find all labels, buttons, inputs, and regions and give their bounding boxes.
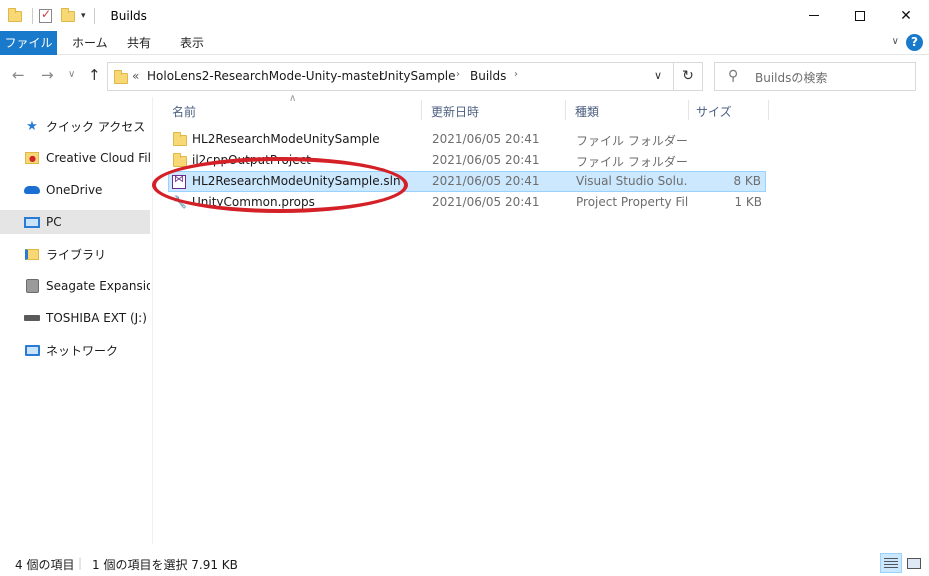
column-divider[interactable] [565,100,566,120]
column-divider[interactable] [688,100,689,120]
computer-icon [24,214,40,230]
file-name: HL2ResearchModeUnitySample [192,132,380,146]
file-type: ファイル フォルダー [576,134,688,148]
tab-share[interactable]: 共有 [117,31,161,55]
search-icon: ⚲ [728,68,739,84]
sidebar-item-pc[interactable]: PC [0,210,150,234]
customize-toolbar-dropdown-icon[interactable]: ▾ [81,11,86,21]
column-divider[interactable] [421,100,422,120]
search-input[interactable]: Buildsの検索 [755,69,827,86]
quick-access-toolbar: ▾ [0,0,101,31]
folder-icon [114,70,128,84]
tab-home[interactable]: ホーム [62,31,118,55]
close-button[interactable]: ✕ [883,0,929,31]
file-date: 2021/06/05 20:41 [432,174,540,188]
breadcrumb-item[interactable]: UnitySample [379,69,456,83]
expand-ribbon-icon[interactable]: ∨ [892,36,899,47]
breadcrumb-item[interactable]: Builds [470,69,506,83]
drive-icon [24,278,40,294]
breadcrumb-chevron-icon[interactable]: › [456,69,460,80]
file-date: 2021/06/05 20:41 [432,195,540,209]
usb-drive-icon [24,310,40,326]
sidebar-item-seagate[interactable]: Seagate Expansion D [0,274,150,298]
list-item[interactable]: HL2ResearchModeUnitySample.sln 2021/06/0… [168,171,766,192]
new-folder-icon[interactable] [61,7,77,24]
sidebar-item-onedrive[interactable]: OneDrive [0,178,150,202]
address-bar[interactable]: « HoloLens2-ResearchMode-Unity-master › … [107,62,703,91]
tab-file[interactable]: ファイル [0,31,57,55]
up-button[interactable]: ↑ [88,66,101,84]
maximize-icon [855,10,865,21]
sidebar-item-network[interactable]: ネットワーク [0,338,150,362]
large-icons-view-icon [907,557,921,569]
properties-icon[interactable] [39,7,55,24]
title-bar: ▾ Builds ✕ [0,0,929,31]
column-header-name[interactable]: 名前 [172,103,196,120]
status-divider: | [78,556,83,570]
breadcrumb-overflow[interactable]: « [132,69,139,83]
large-icons-view-button[interactable] [903,553,925,573]
breadcrumb-chevron-icon[interactable]: › [514,69,518,80]
cloud-icon [24,182,40,198]
network-icon [24,342,40,358]
file-size: 8 KB [733,174,761,188]
toolbar-divider [93,7,95,24]
column-header-type[interactable]: 種類 [575,103,599,120]
file-size: 1 KB [734,195,762,209]
sidebar-item-creative-cloud[interactable]: ● Creative Cloud Files [0,146,150,170]
property-file-icon: 🔧 [172,195,187,209]
minimize-icon [809,15,819,16]
folder-icon [8,7,24,24]
breadcrumb-chevron-icon[interactable]: › [366,69,370,80]
forward-button[interactable]: → [41,66,54,84]
search-box[interactable]: ⚲ Buildsの検索 [714,62,916,91]
folder-icon [172,132,188,148]
file-date: 2021/06/05 20:41 [432,132,540,146]
refresh-button[interactable]: ↻ [673,63,702,90]
back-button[interactable]: ← [12,66,25,84]
minimize-button[interactable] [791,0,837,31]
breadcrumb-item[interactable]: HoloLens2-ResearchMode-Unity-master [147,69,384,83]
star-icon: ★ [26,118,38,134]
file-name: HL2ResearchModeUnitySample.sln [192,174,401,188]
file-name: UnityCommon.props [192,195,315,209]
ribbon: ファイル ホーム 共有 表示 ∨ ? [0,31,929,55]
sidebar-item-toshiba[interactable]: TOSHIBA EXT (J:) [0,306,150,330]
file-type: Project Property File [576,195,688,209]
help-icon[interactable]: ? [906,34,923,51]
item-count: 4 個の項目 [15,558,75,572]
selection-info: 1 個の項目を選択 7.91 KB [92,558,238,572]
file-date: 2021/06/05 20:41 [432,153,540,167]
file-type: ファイル フォルダー [576,155,688,169]
navigation-bar: ← → ∨ ↑ « HoloLens2-ResearchMode-Unity-m… [0,55,929,97]
details-view-icon [884,557,898,569]
sort-ascending-icon: ∧ [289,93,297,104]
address-dropdown-icon[interactable]: ∨ [654,69,662,82]
column-header-size[interactable]: サイズ [696,103,732,120]
creative-cloud-folder-icon: ● [24,150,40,166]
column-divider[interactable] [768,100,769,120]
close-icon: ✕ [900,7,912,24]
recent-locations-button[interactable]: ∨ [68,69,75,80]
toolbar-divider [32,7,33,24]
sidebar-item-quick-access[interactable]: ★ クイック アクセス [0,114,150,138]
library-folder-icon [24,246,40,262]
navigation-pane: ★ クイック アクセス ● Creative Cloud Files OneDr… [0,97,153,544]
list-item[interactable]: 🔧 UnityCommon.props 2021/06/05 20:41 Pro… [168,192,766,213]
window-controls: ✕ [791,0,929,31]
column-header-date[interactable]: 更新日時 [431,103,479,120]
list-item[interactable]: il2cppOutputProject 2021/06/05 20:41 ファイ… [168,150,766,171]
file-name: il2cppOutputProject [192,153,311,167]
file-type: Visual Studio Solu... [576,174,688,188]
window-title: Builds [110,8,147,23]
column-headers: ∧ 名前 更新日時 種類 サイズ [163,93,773,123]
details-view-button[interactable] [880,553,902,573]
status-bar: 4 個の項目 | 1 個の項目を選択 7.91 KB [0,548,929,576]
list-item[interactable]: HL2ResearchModeUnitySample 2021/06/05 20… [168,129,766,150]
folder-icon [172,153,188,169]
visual-studio-solution-icon [172,174,188,190]
sidebar-item-library[interactable]: ライブラリ [0,242,150,266]
maximize-button[interactable] [837,0,883,31]
tab-view[interactable]: 表示 [170,31,214,55]
